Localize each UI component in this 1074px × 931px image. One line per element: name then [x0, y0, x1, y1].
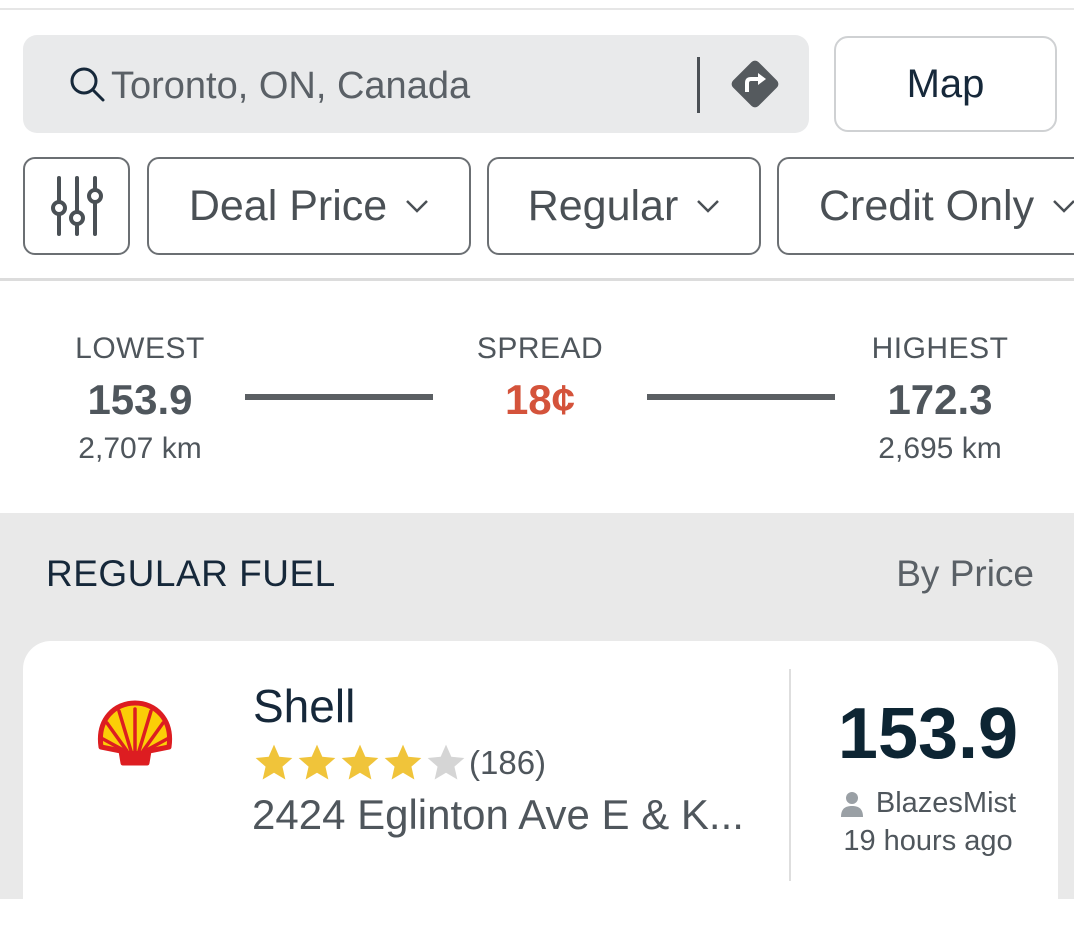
- sort-toggle[interactable]: By Price: [896, 553, 1034, 595]
- header-divider: [0, 278, 1074, 281]
- reporter: BlazesMist: [803, 787, 1053, 820]
- section-title: REGULAR FUEL: [46, 553, 336, 594]
- station-price: 153.9: [837, 694, 1019, 774]
- deal-price-label: Deal Price: [188, 181, 388, 230]
- station-address: 2424 Eglinton Ave E & K...: [252, 791, 744, 838]
- star-icon: [255, 744, 293, 780]
- star-rating: (186): [252, 741, 546, 785]
- fuel-type-label: Regular: [527, 181, 679, 230]
- report-time: 19 hours ago: [843, 825, 1013, 857]
- directions-icon[interactable]: [725, 54, 785, 114]
- star-icon: [341, 744, 379, 780]
- range-line-left: [245, 394, 433, 400]
- person-icon: [840, 791, 863, 817]
- chevron-down-icon: [406, 200, 429, 213]
- star-icon: [298, 744, 336, 780]
- lowest-stat: LOWEST 153.9 2,707 km: [40, 332, 240, 466]
- card-divider: [789, 669, 791, 881]
- lowest-label: LOWEST: [75, 332, 205, 365]
- map-button[interactable]: Map: [834, 36, 1057, 132]
- deal-price-filter[interactable]: Deal Price: [147, 157, 471, 255]
- lowest-price: 153.9: [87, 376, 193, 423]
- station-card[interactable]: Shell (186) 2424 Eglinton Ave E & K... 1…: [23, 641, 1058, 931]
- payment-filter[interactable]: Credit Only: [777, 157, 1074, 255]
- search-bar[interactable]: [23, 35, 809, 133]
- station-name: Shell: [253, 680, 356, 732]
- shell-logo: [97, 700, 173, 766]
- filter-sliders-icon: [50, 176, 103, 236]
- star-icon: [384, 744, 422, 780]
- highest-label: HIGHEST: [871, 332, 1009, 365]
- spread-label: SPREAD: [476, 332, 604, 365]
- spread-value: 18¢: [504, 376, 576, 423]
- search-input[interactable]: [109, 57, 673, 115]
- spread-stat: SPREAD 18¢: [440, 332, 640, 424]
- top-divider: [0, 8, 1074, 10]
- chevron-down-icon: [697, 200, 720, 213]
- lowest-distance: 2,707 km: [78, 432, 202, 465]
- highest-distance: 2,695 km: [878, 432, 1002, 465]
- search-icon: [70, 67, 105, 102]
- star-empty-icon: [427, 744, 465, 780]
- range-line-right: [647, 394, 835, 400]
- reporter-name: BlazesMist: [875, 787, 1017, 819]
- fuel-type-filter[interactable]: Regular: [487, 157, 761, 255]
- review-count: (186): [469, 744, 547, 781]
- filter-settings-button[interactable]: [23, 157, 130, 255]
- search-divider: [697, 57, 700, 113]
- payment-label: Credit Only: [819, 181, 1035, 230]
- highest-price: 172.3: [887, 376, 993, 423]
- highest-stat: HIGHEST 172.3 2,695 km: [840, 332, 1040, 466]
- chevron-down-icon: [1053, 200, 1074, 213]
